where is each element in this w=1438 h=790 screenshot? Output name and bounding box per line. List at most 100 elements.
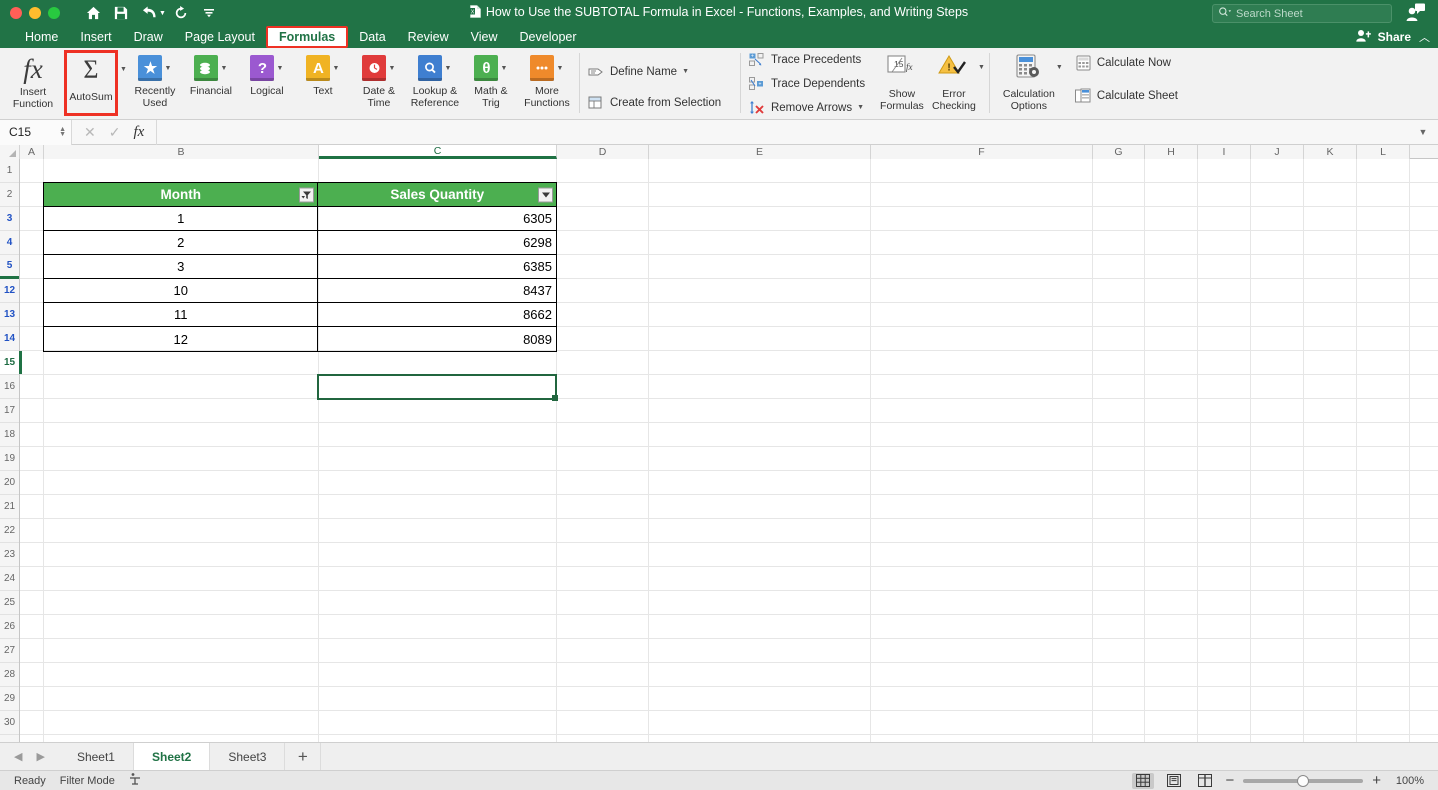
chevron-up-icon[interactable]: ︿ (1419, 29, 1430, 45)
row-header-16[interactable]: 16 (0, 375, 19, 399)
text-caret[interactable]: ▼ (332, 65, 339, 72)
logical-caret[interactable]: ▼ (276, 65, 283, 72)
column-header-k[interactable]: K (1304, 145, 1357, 159)
column-header-c[interactable]: C (319, 145, 557, 159)
math-trig-caret[interactable]: ▼ (500, 65, 507, 72)
row-header-13[interactable]: 13 (0, 303, 19, 327)
financial-button[interactable]: ▼ Financial (183, 50, 239, 118)
close-window-button[interactable] (10, 7, 22, 19)
dropdown-arrow-icon[interactable] (538, 187, 553, 202)
row-header-26[interactable]: 26 (0, 615, 19, 639)
table-header-sales-quantity[interactable]: Sales Quantity (318, 183, 556, 207)
math-trig-button[interactable]: θ ▼ Math & Trig (463, 50, 519, 118)
row-header-15[interactable]: 15 (0, 351, 22, 375)
remove-arrows-caret[interactable]: ▼ (857, 104, 864, 111)
row-header-3[interactable]: 3 (0, 207, 19, 231)
tab-developer[interactable]: Developer (509, 26, 588, 48)
row-header-12[interactable]: 12 (0, 279, 19, 303)
redo-icon[interactable] (168, 2, 194, 24)
fx-icon[interactable]: fx (133, 124, 144, 141)
calculation-options-button[interactable]: Calculation Options (998, 50, 1060, 118)
date-time-button[interactable]: ▼ Date & Time (351, 50, 407, 118)
row-header-30[interactable]: 30 (0, 711, 19, 735)
more-functions-caret[interactable]: ▼ (556, 65, 563, 72)
tab-review[interactable]: Review (397, 26, 460, 48)
lookup-reference-button[interactable]: ▼ Lookup & Reference (407, 50, 463, 118)
tab-page-layout[interactable]: Page Layout (174, 26, 266, 48)
cell-month[interactable]: 2 (44, 231, 319, 255)
save-icon[interactable] (108, 2, 134, 24)
normal-view-icon[interactable] (1132, 772, 1155, 789)
more-functions-button[interactable]: ▼ More Functions (519, 50, 575, 118)
column-header-g[interactable]: G (1093, 145, 1145, 159)
column-header-a[interactable]: A (20, 145, 44, 159)
cell-area[interactable]: Month Sales Quantity 1 6305 2 6298 3 638… (20, 159, 1438, 742)
date-time-caret[interactable]: ▼ (388, 65, 395, 72)
cell-month[interactable]: 1 (44, 207, 319, 231)
zoom-in-button[interactable]: + (1372, 772, 1381, 789)
filter-applied-icon[interactable] (299, 187, 315, 202)
add-sheet-button[interactable]: + (285, 742, 322, 771)
name-box-spinner[interactable]: ▲ ▼ (59, 126, 66, 138)
enter-check-icon[interactable]: ✓ (109, 124, 121, 141)
row-header-19[interactable]: 19 (0, 447, 19, 471)
column-header-f[interactable]: F (871, 145, 1093, 159)
column-header-i[interactable]: I (1198, 145, 1251, 159)
define-name-button[interactable]: Define Name ▼ (584, 61, 693, 82)
share-label[interactable]: Share (1378, 30, 1411, 44)
customize-icon[interactable] (196, 2, 222, 24)
formula-input[interactable] (157, 120, 1408, 145)
row-header-23[interactable]: 23 (0, 543, 19, 567)
chevron-down-icon[interactable]: ▼ (1408, 127, 1438, 137)
error-checking-caret[interactable]: ▼ (978, 64, 985, 71)
home-icon[interactable] (80, 2, 106, 24)
define-name-caret[interactable]: ▼ (682, 68, 689, 75)
tab-insert[interactable]: Insert (69, 26, 122, 48)
row-header-22[interactable]: 22 (0, 519, 19, 543)
search-input[interactable] (1236, 7, 1386, 20)
calculation-options-caret[interactable]: ▼ (1056, 64, 1063, 71)
create-from-selection-button[interactable]: Create from Selection (584, 92, 725, 113)
right-arrow-icon[interactable]: ▶ (36, 750, 44, 763)
table-row[interactable]: 3 6385 (44, 255, 556, 279)
sheet-tab-sheet2[interactable]: Sheet2 (133, 742, 211, 771)
zoom-slider[interactable] (1243, 773, 1364, 789)
cell-sales[interactable]: 6385 (318, 255, 556, 279)
cell-sales[interactable]: 6298 (318, 231, 556, 255)
financial-caret[interactable]: ▼ (220, 65, 227, 72)
trace-precedents-button[interactable]: + Trace Precedents (745, 50, 865, 71)
selected-cell-outline[interactable] (317, 374, 558, 401)
remove-arrows-button[interactable]: Remove Arrows ▼ (745, 97, 868, 118)
recently-used-caret[interactable]: ▼ (164, 65, 171, 72)
undo-dropdown-caret[interactable]: ▼ (159, 10, 166, 17)
column-header-d[interactable]: D (557, 145, 649, 159)
cell-sales[interactable]: 8662 (318, 303, 556, 327)
insert-function-button[interactable]: fx Insert Function (4, 50, 62, 118)
row-header-1[interactable]: 1 (0, 159, 19, 183)
cell-sales[interactable]: 8089 (318, 327, 556, 351)
row-header-18[interactable]: 18 (0, 423, 19, 447)
zoom-out-button[interactable]: − (1225, 772, 1234, 789)
page-layout-view-icon[interactable] (1163, 773, 1185, 789)
row-header-21[interactable]: 21 (0, 495, 19, 519)
search-sheet-box[interactable] (1212, 4, 1392, 23)
autosum-button[interactable]: Σ AutoSum (64, 50, 118, 116)
row-header-28[interactable]: 28 (0, 663, 19, 687)
minimize-window-button[interactable] (29, 7, 41, 19)
table-row[interactable]: 10 8437 (44, 279, 556, 303)
cell-month[interactable]: 11 (44, 303, 319, 327)
sheet-tab-sheet3[interactable]: Sheet3 (210, 742, 286, 771)
row-header-2[interactable]: 2 (0, 183, 19, 207)
row-header-27[interactable]: 27 (0, 639, 19, 663)
row-header-25[interactable]: 25 (0, 591, 19, 615)
cell-month[interactable]: 10 (44, 279, 319, 303)
autosum-dropdown-caret[interactable]: ▼ (120, 66, 127, 73)
share-zone[interactable]: Share ︿ (1355, 26, 1430, 48)
sheet-nav-arrows[interactable]: ◀ ▶ (0, 750, 59, 763)
name-box[interactable]: C15 ▲ ▼ (0, 119, 72, 145)
quick-access-toolbar[interactable]: ▼ (80, 2, 222, 24)
row-header-20[interactable]: 20 (0, 471, 19, 495)
row-header-5[interactable]: 5 (0, 255, 19, 279)
table-row[interactable]: 1 6305 (44, 207, 556, 231)
row-header-24[interactable]: 24 (0, 567, 19, 591)
